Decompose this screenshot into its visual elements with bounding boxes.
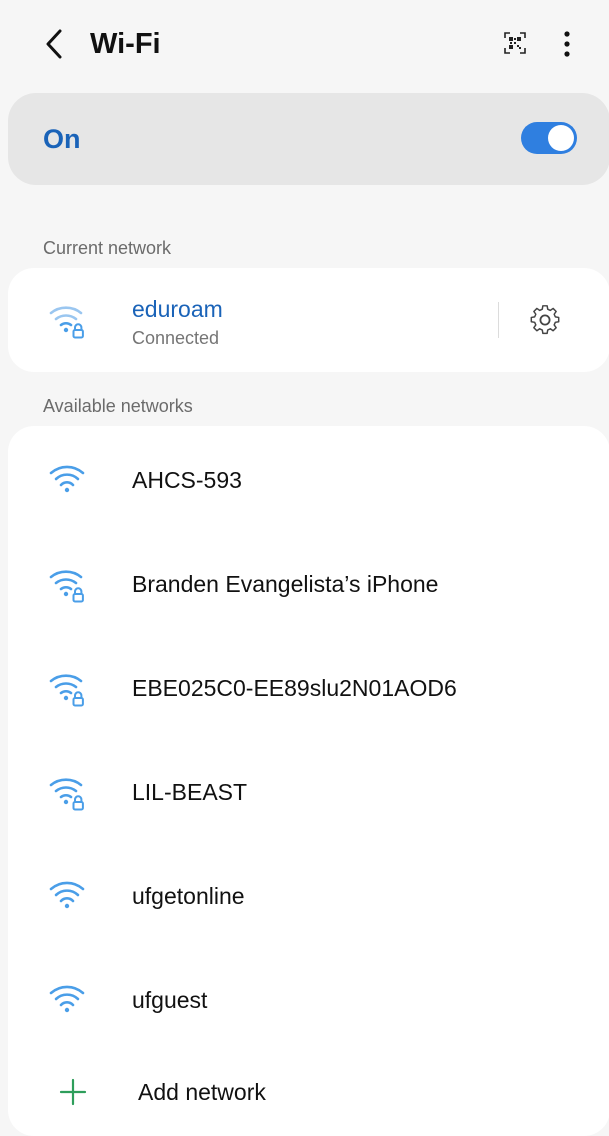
wifi-toggle-label: On [43, 124, 81, 154]
qr-code-icon[interactable] [500, 28, 530, 58]
divider [498, 302, 499, 338]
current-network-status: Connected [132, 328, 220, 348]
network-name: ufgetonline [132, 883, 245, 909]
network-row-ufguest[interactable]: ufguest [8, 948, 609, 1052]
network-name: EBE025C0-EE89slu2N01AOD6 [132, 675, 457, 701]
switch-knob [548, 125, 574, 151]
wifi-icon [48, 876, 88, 916]
more-vertical-icon[interactable] [552, 26, 582, 62]
page-title: Wi-Fi [90, 28, 161, 60]
network-row-lil-beast[interactable]: LIL-BEAST [8, 740, 609, 844]
network-row-ufgetonline[interactable]: ufgetonline [8, 844, 609, 948]
network-row-ebe025c0[interactable]: EBE025C0-EE89slu2N01AOD6 [8, 636, 609, 740]
available-networks-header: Available networks [43, 396, 193, 416]
current-network-card[interactable]: eduroam Connected [8, 268, 609, 372]
wifi-lock-icon [48, 300, 88, 340]
network-name: ufguest [132, 987, 208, 1013]
wifi-lock-icon [48, 772, 88, 812]
network-name: LIL-BEAST [132, 779, 248, 805]
wifi-lock-icon [48, 564, 88, 604]
add-network-label: Add network [138, 1079, 266, 1105]
network-row-branden-iphone[interactable]: Branden Evangelista’s iPhone [8, 532, 609, 636]
available-networks-card: AHCS-593 Branden Evangelista’s iPhone EB… [8, 426, 609, 1136]
network-name: AHCS-593 [132, 467, 242, 493]
add-network-button[interactable]: Add network [8, 1048, 609, 1128]
gear-icon[interactable] [525, 300, 565, 340]
plus-icon [58, 1077, 88, 1107]
wifi-lock-icon [48, 668, 88, 708]
current-network-header: Current network [43, 238, 172, 258]
top-app-bar: Wi-Fi [0, 0, 609, 90]
network-row-ahcs-593[interactable]: AHCS-593 [8, 428, 609, 532]
wifi-icon [48, 460, 88, 500]
wifi-master-toggle-row[interactable]: On [8, 93, 609, 185]
network-name: Branden Evangelista’s iPhone [132, 571, 439, 597]
back-arrow-icon[interactable] [38, 26, 70, 62]
current-network-name: eduroam [132, 296, 223, 322]
wifi-icon [48, 980, 88, 1020]
wifi-toggle-switch[interactable] [521, 122, 577, 154]
